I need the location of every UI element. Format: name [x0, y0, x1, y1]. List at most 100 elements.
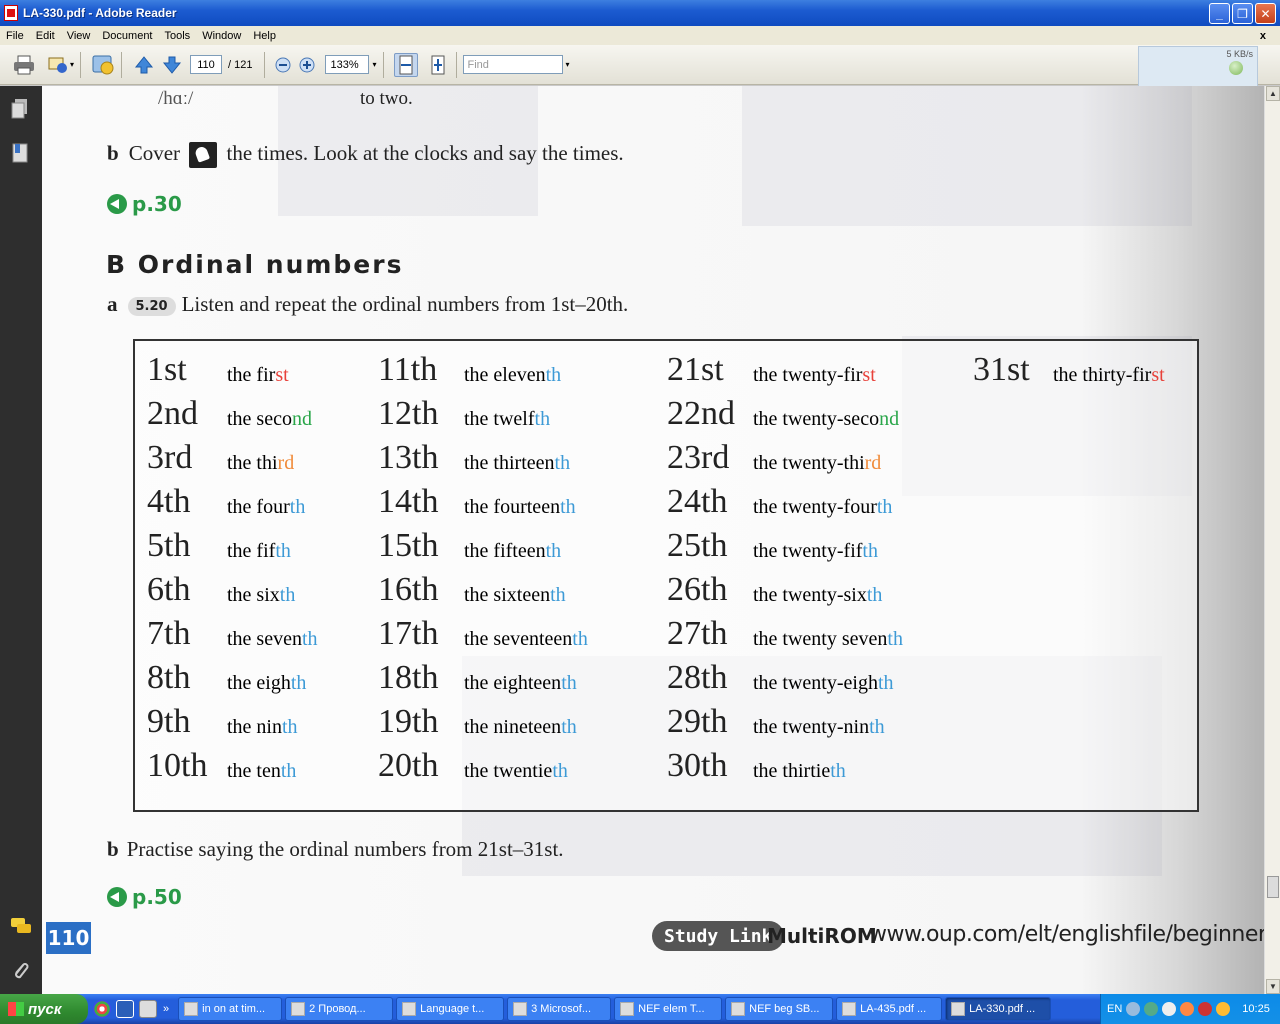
ordinal-word-suffix: th: [301, 628, 318, 650]
taskbar-item[interactable]: NEF beg SB...: [725, 997, 834, 1021]
ordinal-word: the fourteenth: [464, 496, 576, 519]
instruction-text: Listen and repeat the ordinal numbers fr…: [181, 292, 629, 316]
start-button[interactable]: пуск: [0, 994, 88, 1024]
taskbar-item[interactable]: 3 Microsof...: [507, 997, 612, 1021]
comments-panel-icon[interactable]: [10, 916, 31, 938]
menu-edit[interactable]: Edit: [30, 30, 61, 42]
menu-window[interactable]: Window: [196, 30, 247, 42]
ordinal-word-stem: the seven: [227, 628, 302, 650]
ordinal-number: 26th: [667, 571, 727, 609]
network-tray-icon[interactable]: [1144, 1002, 1159, 1016]
ordinal-suffix: st: [164, 351, 187, 388]
find-dropdown-icon[interactable]: ▾: [566, 60, 570, 69]
ordinal-number: 30th: [667, 747, 727, 785]
ordinal-word: the twenty-first: [753, 364, 876, 387]
previous-page-icon[interactable]: [132, 53, 156, 77]
zoom-in-icon[interactable]: [295, 53, 319, 77]
ordinal-number: 11th: [378, 351, 437, 389]
ordinal-digits: 13: [378, 439, 412, 476]
security-tray-icon[interactable]: [1198, 1002, 1213, 1016]
ordinal-digits: 7: [147, 615, 164, 652]
keyboard-layout-tray-icon[interactable]: [1162, 1002, 1177, 1016]
attachments-panel-icon[interactable]: [10, 960, 30, 982]
taskbar-item[interactable]: 2 Провод...: [285, 997, 394, 1021]
next-page-icon[interactable]: [160, 53, 184, 77]
quicklaunch-more-icon[interactable]: »: [163, 1003, 169, 1015]
menu-help[interactable]: Help: [247, 30, 282, 42]
bookmarks-panel-icon[interactable]: [10, 142, 30, 164]
vertical-scrollbar[interactable]: ▲ ▼: [1264, 86, 1280, 994]
ordinal-number: 6th: [147, 571, 190, 609]
ordinal-word-suffix: th: [552, 760, 568, 782]
taskbar-item[interactable]: in on at tim...: [178, 997, 283, 1021]
antivirus-tray-icon[interactable]: [1180, 1002, 1195, 1016]
taskbar-item-label: Language t...: [420, 1003, 485, 1015]
email-dropdown-icon[interactable]: ▾: [70, 60, 74, 69]
fragment-text: to two.: [360, 88, 413, 109]
chrome-quicklaunch-icon[interactable]: [93, 1000, 111, 1018]
menu-document[interactable]: Document: [96, 30, 158, 42]
fit-width-icon[interactable]: [393, 52, 418, 77]
page-link-50[interactable]: p.50: [107, 885, 182, 909]
ordinal-suffix: th: [164, 703, 191, 740]
zoom-input[interactable]: 133%: [325, 55, 370, 74]
fit-page-icon[interactable]: [426, 53, 450, 77]
ordinal-suffix: th: [701, 703, 728, 740]
pages-panel-icon[interactable]: [10, 98, 30, 120]
taskbar-item[interactable]: LA-330.pdf ...: [945, 997, 1052, 1021]
audio-track-badge[interactable]: 5.20: [127, 296, 176, 316]
ordinal-word: the eighteenth: [464, 672, 577, 695]
ordinal-word-suffix: th: [876, 496, 893, 518]
ordinal-word: the fifth: [227, 540, 291, 563]
menu-view[interactable]: View: [61, 30, 97, 42]
taskbar-item[interactable]: Language t...: [396, 997, 505, 1021]
taskbar-items: in on at tim... 2 Провод... Language t... 3…: [175, 997, 1052, 1021]
language-indicator[interactable]: EN: [1107, 1003, 1122, 1015]
volume-tray-icon[interactable]: [1216, 1002, 1231, 1016]
taskbar-item[interactable]: LA-435.pdf ...: [836, 997, 943, 1021]
ordinal-word-suffix: th: [554, 452, 571, 474]
find-input[interactable]: Find: [462, 55, 563, 74]
zoom-dropdown-icon[interactable]: ▾: [372, 60, 376, 69]
menu-tools[interactable]: Tools: [159, 30, 197, 42]
maximize-button[interactable]: ❐: [1232, 3, 1253, 24]
scrollbar-thumb[interactable]: [1267, 876, 1279, 898]
back-arrow-icon: [107, 194, 127, 214]
ordinal-number: 27th: [667, 615, 727, 653]
ordinal-suffix: st: [701, 351, 724, 388]
ordinal-word-suffix: th: [282, 716, 298, 738]
page-link-30[interactable]: p.30: [107, 192, 182, 216]
ordinal-word: the twentieth: [464, 760, 568, 783]
ordinal-number: 28th: [667, 659, 727, 697]
ordinal-digits: 5: [147, 527, 164, 564]
word-quicklaunch-icon[interactable]: [116, 1000, 134, 1018]
close-button[interactable]: ✕: [1255, 3, 1276, 24]
scroll-down-icon[interactable]: ▼: [1266, 979, 1280, 994]
section-heading: B Ordinal numbers: [106, 250, 403, 279]
taskbar-item[interactable]: NEF elem T...: [614, 997, 723, 1021]
ordinal-word-suffix: th: [289, 496, 306, 518]
ordinal-digits: 21: [667, 351, 701, 388]
sign-icon[interactable]: [91, 53, 115, 77]
back-arrow-tray-icon[interactable]: [1126, 1002, 1141, 1016]
document-close-button[interactable]: x: [1254, 30, 1272, 42]
minimize-button[interactable]: _: [1209, 3, 1230, 24]
ordinal-number: 3rd: [147, 439, 192, 477]
ordinal-suffix: th: [412, 703, 439, 740]
zoom-out-icon[interactable]: [271, 53, 295, 77]
ordinal-word-suffix: nd: [879, 408, 900, 430]
ordinal-suffix: rd: [164, 439, 193, 476]
menu-file[interactable]: File: [0, 30, 30, 42]
toolbar-separator: [121, 51, 123, 78]
scroll-up-icon[interactable]: ▲: [1266, 86, 1280, 101]
email-icon[interactable]: [46, 53, 70, 77]
notepad-quicklaunch-icon[interactable]: [139, 1000, 157, 1018]
ordinal-number: 4th: [147, 483, 190, 521]
app-icon: [842, 1002, 857, 1016]
toolbar: ▾ 110 / 121 133% ▾ Find ▾ 5 KB/s: [0, 45, 1280, 90]
page-number-input[interactable]: 110: [190, 55, 223, 74]
print-icon[interactable]: [12, 53, 36, 77]
page-link-label: p.50: [132, 885, 182, 909]
ordinal-word: the sixteenth: [464, 584, 566, 607]
ordinal-word-suffix: th: [561, 672, 577, 694]
